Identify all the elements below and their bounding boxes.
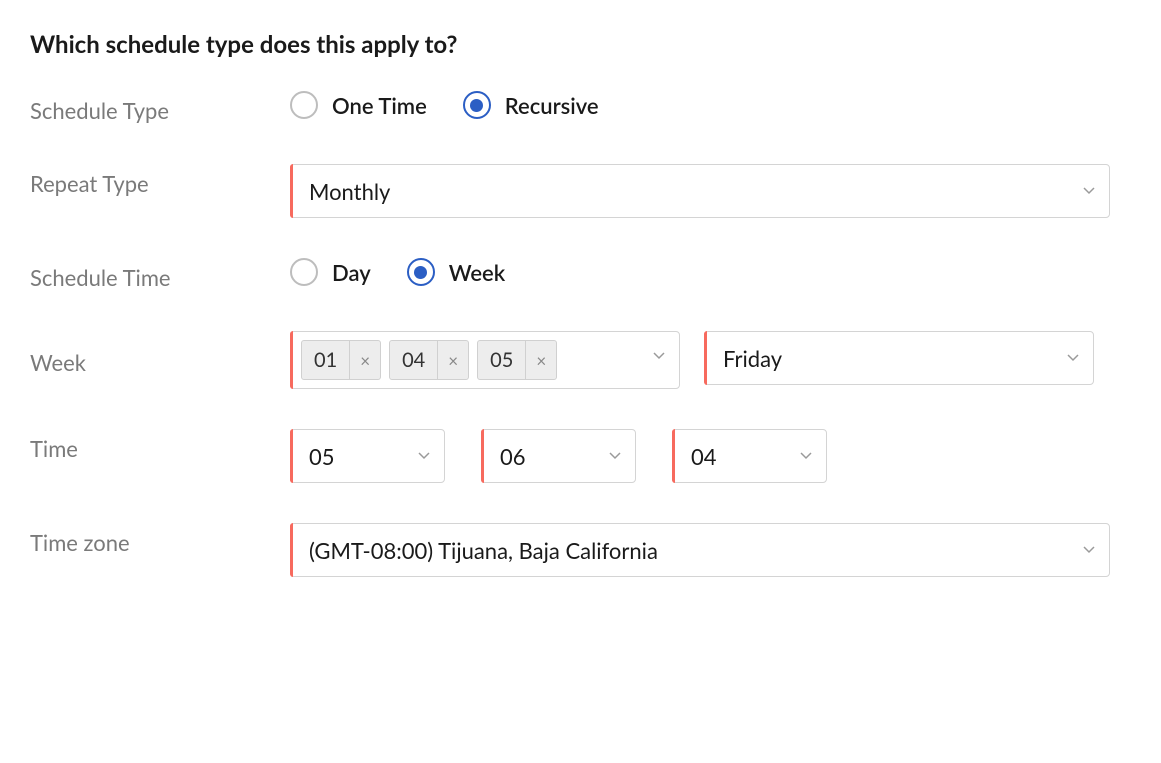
time-second-value: 04 xyxy=(691,443,717,470)
radio-week[interactable]: Week xyxy=(407,258,506,286)
radio-week-label: Week xyxy=(449,259,506,286)
week-multiselect[interactable]: 01×04×05× xyxy=(290,331,680,389)
weekday-select[interactable]: Friday xyxy=(704,331,1094,385)
label-week: Week xyxy=(30,331,290,376)
close-icon[interactable]: × xyxy=(437,341,468,379)
radio-day-label: Day xyxy=(332,259,371,286)
chevron-down-icon xyxy=(1083,546,1095,554)
week-tag: 04× xyxy=(389,340,469,380)
label-schedule-time: Schedule Time xyxy=(30,258,290,291)
week-tag: 01× xyxy=(301,340,381,380)
time-hour-select[interactable]: 05 xyxy=(290,429,445,483)
chevron-down-icon xyxy=(800,452,812,460)
label-time: Time xyxy=(30,429,290,462)
time-minute-select[interactable]: 06 xyxy=(481,429,636,483)
week-tag-label: 01 xyxy=(302,341,349,379)
chevron-down-icon xyxy=(1083,187,1095,195)
chevron-down-icon xyxy=(418,452,430,460)
radio-day[interactable]: Day xyxy=(290,258,371,286)
radio-one-time-label: One Time xyxy=(332,92,427,119)
close-icon[interactable]: × xyxy=(349,341,380,379)
time-minute-value: 06 xyxy=(500,443,526,470)
week-tag: 05× xyxy=(477,340,557,380)
radio-one-time[interactable]: One Time xyxy=(290,91,427,119)
weekday-value: Friday xyxy=(723,345,782,372)
chevron-down-icon xyxy=(653,352,665,360)
radio-icon xyxy=(407,258,435,286)
chevron-down-icon xyxy=(1067,354,1079,362)
repeat-type-select[interactable]: Monthly xyxy=(290,164,1110,218)
repeat-type-value: Monthly xyxy=(309,178,390,205)
radio-icon xyxy=(290,258,318,286)
time-second-select[interactable]: 04 xyxy=(672,429,827,483)
label-repeat-type: Repeat Type xyxy=(30,164,290,197)
time-hour-value: 05 xyxy=(309,443,335,470)
chevron-down-icon xyxy=(609,452,621,460)
timezone-value: (GMT-08:00) Tijuana, Baja California xyxy=(309,537,658,564)
week-tag-label: 05 xyxy=(478,341,525,379)
week-tag-label: 04 xyxy=(390,341,437,379)
close-icon[interactable]: × xyxy=(525,341,556,379)
label-schedule-type: Schedule Type xyxy=(30,91,290,124)
radio-recursive-label: Recursive xyxy=(505,92,599,119)
radio-icon xyxy=(463,91,491,119)
timezone-select[interactable]: (GMT-08:00) Tijuana, Baja California xyxy=(290,523,1110,577)
label-time-zone: Time zone xyxy=(30,523,290,556)
section-heading: Which schedule type does this apply to? xyxy=(30,30,1131,59)
radio-recursive[interactable]: Recursive xyxy=(463,91,599,119)
radio-icon xyxy=(290,91,318,119)
